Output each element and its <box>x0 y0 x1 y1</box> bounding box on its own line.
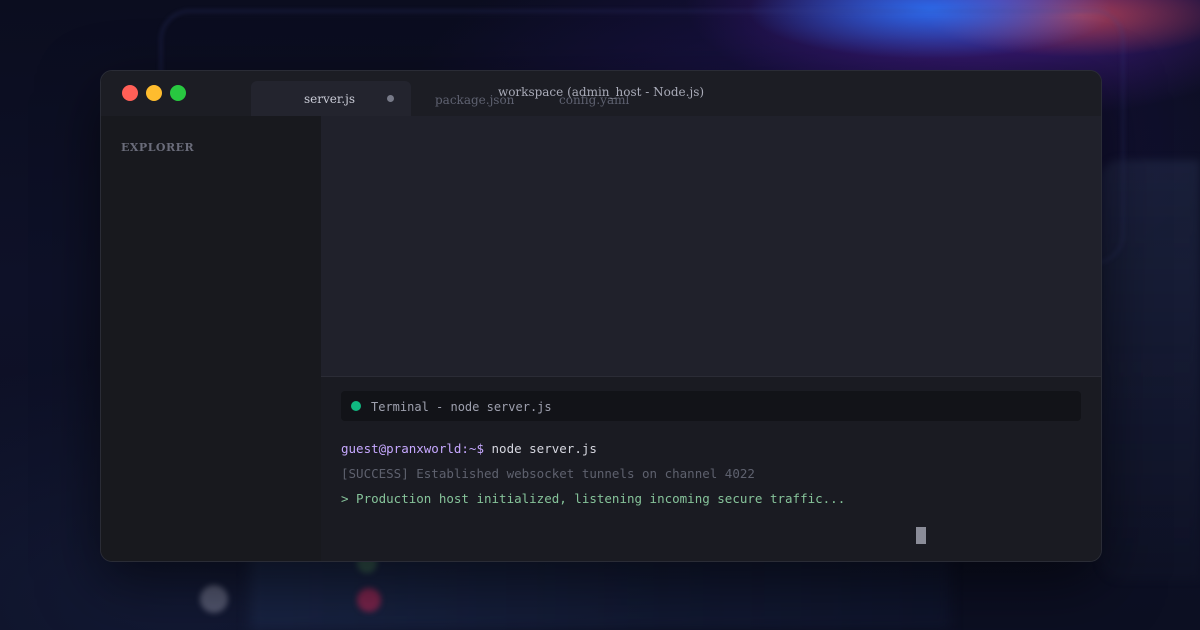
tab-package-json[interactable]: package.json <box>435 81 555 116</box>
close-window-button[interactable] <box>122 85 138 101</box>
terminal-output-line: [SUCCESS] Established websocket tunnels … <box>341 466 755 481</box>
tab-label: package.json <box>435 93 515 107</box>
terminal-header: Terminal - node server.js <box>341 391 1081 421</box>
terminal-panel[interactable]: Terminal - node server.js guest@pranxwor… <box>321 376 1101 561</box>
terminal-command-line: guest@pranxworld:~$ node server.js <box>341 441 597 456</box>
terminal-cursor <box>916 527 926 544</box>
title-bar: server.js package.json config.yaml works… <box>101 71 1101 116</box>
tab-label: server.js <box>304 92 355 106</box>
tab-server-js[interactable]: server.js <box>251 81 411 116</box>
background-blurred-dot <box>357 588 381 612</box>
unsaved-dot-icon[interactable] <box>387 95 394 102</box>
terminal-command: node server.js <box>491 441 597 456</box>
terminal-status-icon <box>351 401 361 411</box>
terminal-prompt: guest@pranxworld:~$ <box>341 441 484 456</box>
code-editor-area[interactable] <box>321 116 1101 376</box>
maximize-window-button[interactable] <box>170 85 186 101</box>
explorer-title: EXPLORER <box>121 141 195 154</box>
editor-window: server.js package.json config.yaml works… <box>100 70 1102 562</box>
terminal-title: Terminal - node server.js <box>371 400 552 414</box>
background-blurred-block <box>1100 160 1200 580</box>
tab-label: config.yaml <box>559 93 630 107</box>
minimize-window-button[interactable] <box>146 85 162 101</box>
background-blurred-dot <box>200 585 228 613</box>
tab-config-yaml[interactable]: config.yaml <box>559 81 679 116</box>
explorer-sidebar: EXPLORER <box>101 116 322 561</box>
terminal-output-line: > Production host initialized, listening… <box>341 491 846 506</box>
